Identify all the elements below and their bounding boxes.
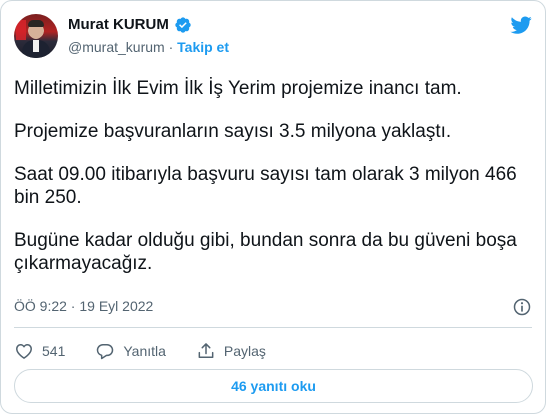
info-icon[interactable] [512, 297, 532, 317]
tweet-paragraph: Milletimizin İlk Evim İlk İş Yerim proje… [14, 78, 462, 99]
author-name[interactable]: Murat KURUM [68, 15, 169, 35]
like-button[interactable]: 541 [14, 341, 65, 361]
separator: · [168, 39, 174, 55]
author-handle[interactable]: @murat_kurum [68, 39, 165, 55]
reply-icon [97, 344, 114, 360]
avatar[interactable] [14, 14, 58, 58]
share-icon [198, 343, 214, 358]
like-count: 541 [42, 343, 66, 359]
tweet-card: Murat KURUM @murat_kurum · Takip et Mill… [0, 0, 546, 414]
reply-button[interactable]: Yanıtla [95, 341, 166, 361]
share-button[interactable]: Paylaş [196, 341, 266, 361]
action-bar: 541 Yanıtla Paylaş [14, 339, 296, 363]
verified-badge-icon [175, 17, 191, 33]
heart-icon [16, 344, 32, 359]
tweet-paragraph: Saat 09.00 itibarıyla başvuru sayısı tam… [14, 164, 517, 208]
read-replies-button[interactable]: 46 yanıtı oku [14, 369, 533, 403]
tweet-paragraph: Bugüne kadar olduğu gibi, bundan sonra d… [14, 230, 517, 274]
divider [14, 327, 532, 328]
tweet-text: Milletimizin İlk Evim İlk İş Yerim proje… [14, 77, 534, 295]
handle-row: @murat_kurum · Takip et [68, 37, 229, 57]
tweet-paragraph: Projemize başvuranların sayısı 3.5 milyo… [14, 121, 452, 142]
share-label: Paylaş [223, 343, 266, 359]
reply-label: Yanıtla [123, 343, 166, 359]
tweet-timestamp[interactable]: ÖÖ 9:22 · 19 Eyl 2022 [14, 297, 153, 315]
twitter-bird-icon[interactable] [509, 14, 533, 36]
follow-button[interactable]: Takip et [177, 39, 229, 55]
